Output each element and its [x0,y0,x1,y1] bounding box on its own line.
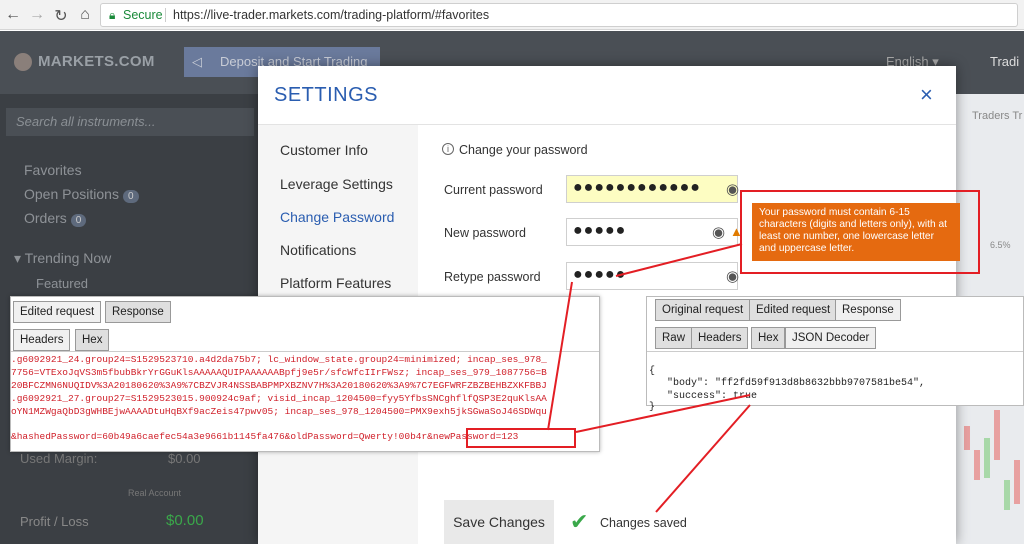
current-password-label: Current password [444,183,543,197]
changes-saved-message: Changes saved [600,516,687,530]
annotation-box-newpassword [466,428,576,448]
change-password-heading: Change your password [459,143,588,157]
reload-icon[interactable]: ↻ [52,6,70,26]
current-password-input[interactable]: ●●●●●●●●●●●● [566,175,738,203]
back-icon[interactable]: ← [4,6,22,24]
new-password-label: New password [444,226,526,240]
tab-edited-request[interactable]: Edited request [13,301,102,323]
request-line: oYN1MZWgaQbD3gWHBEjwAAAADtuHqBXf9acZeis4… [11,406,547,417]
eye-icon[interactable]: ◉ [712,223,725,241]
settings-title: SETTINGS [274,84,379,106]
forward-icon[interactable]: → [28,6,46,24]
subtab-json-decoder[interactable]: JSON Decoder [785,327,877,349]
used-margin-value: $0.00 [168,451,201,466]
profit-loss-label: Profit / Loss [20,514,89,529]
close-icon[interactable]: × [920,84,933,106]
menu-leverage-settings[interactable]: Leverage Settings [280,176,393,192]
used-margin-label: Used Margin: [20,451,98,466]
request-line: 7756=VTExoJqVS3m5fbubBkrYrGGuKlsAAAAAQUI… [11,367,547,378]
profit-loss-value: $0.00 [166,512,204,529]
address-bar[interactable]: 🔒︎ Secure https://live-trader.markets.co… [100,3,1018,27]
nav-orders-label: Orders [24,210,67,226]
retype-password-label: Retype password [444,270,541,284]
open-positions-badge: 0 [122,190,139,203]
info-icon: i [442,143,454,155]
tab-edited-request[interactable]: Edited request [749,299,838,321]
tab-response[interactable]: Response [105,301,171,323]
panel-divider [11,351,599,352]
secure-label: Secure [123,8,163,22]
json-success-line: "success": true [667,391,758,402]
subtab-headers[interactable]: Headers [691,327,749,349]
nav-trending-now[interactable]: ▾ Trending Now [14,250,111,267]
trade-link[interactable]: Tradi [990,54,1019,69]
traders-trends-tab[interactable]: Traders Tr [972,110,1022,122]
orders-badge: 0 [70,214,87,227]
retype-password-input[interactable]: ●●●●● [566,262,738,290]
browser-toolbar: ← → ↻ ⌂ 🔒︎ Secure https://live-trader.ma… [0,0,1024,30]
tab-original-request[interactable]: Original request [655,299,751,321]
app-logo[interactable]: MARKETS.COM [38,53,155,70]
json-open-brace: { [649,366,656,377]
url-text[interactable]: https://live-trader.markets.com/trading-… [173,4,489,26]
request-body-line: &hashedPassword=60b49a6caefec54a3e9661b1… [11,431,519,442]
eye-icon[interactable]: ◉ [726,267,739,285]
save-changes-button[interactable]: Save Changes [444,500,554,544]
nav-orders[interactable]: Orders 0 [24,210,87,227]
real-account-label: Real Account [128,488,182,498]
tab-response[interactable]: Response [835,299,901,321]
subtab-hex[interactable]: Hex [75,329,110,351]
check-icon: ✔ [570,509,589,534]
send-icon: ◁ [192,54,202,69]
subtab-hex[interactable]: Hex [751,327,786,349]
response-panel: Original request Edited request Response… [646,296,1024,413]
nav-featured[interactable]: Featured [36,276,88,291]
menu-notifications[interactable]: Notifications [280,242,356,258]
logo-icon [14,53,32,71]
password-rule-tooltip: Your password must contain 6-15 characte… [752,203,960,261]
json-body-line: "body": "ff2fd59f913d8b8632bbb9707581be5… [667,378,926,389]
lock-icon: 🔒︎ [109,8,116,22]
address-separator [165,8,166,22]
panel-divider [647,351,1023,352]
search-input[interactable]: Search all instruments... [6,108,254,136]
menu-platform-features[interactable]: Platform Features [280,275,391,291]
home-icon[interactable]: ⌂ [76,6,94,24]
menu-change-password[interactable]: Change Password [280,209,394,225]
eye-icon[interactable]: ◉ [726,180,739,198]
json-close-brace: } [649,402,656,413]
nav-favorites[interactable]: Favorites [24,162,82,178]
nav-open-positions-label: Open Positions [24,186,119,202]
menu-customer-info[interactable]: Customer Info [280,142,368,158]
side-percent: 6.5% [990,240,1011,250]
subtab-headers[interactable]: Headers [13,329,71,351]
request-line: .g6092921_24.group24=S1529523710.a4d2da7… [11,354,547,365]
nav-open-positions[interactable]: Open Positions 0 [24,186,139,203]
request-line: .g6092921_27.group27=S1529523015.900924c… [11,393,547,404]
request-line: 20BFCZMN6NUQIDV%3A20180620%3A9%7CBZVJR4N… [11,380,547,391]
subtab-raw[interactable]: Raw [655,327,693,349]
